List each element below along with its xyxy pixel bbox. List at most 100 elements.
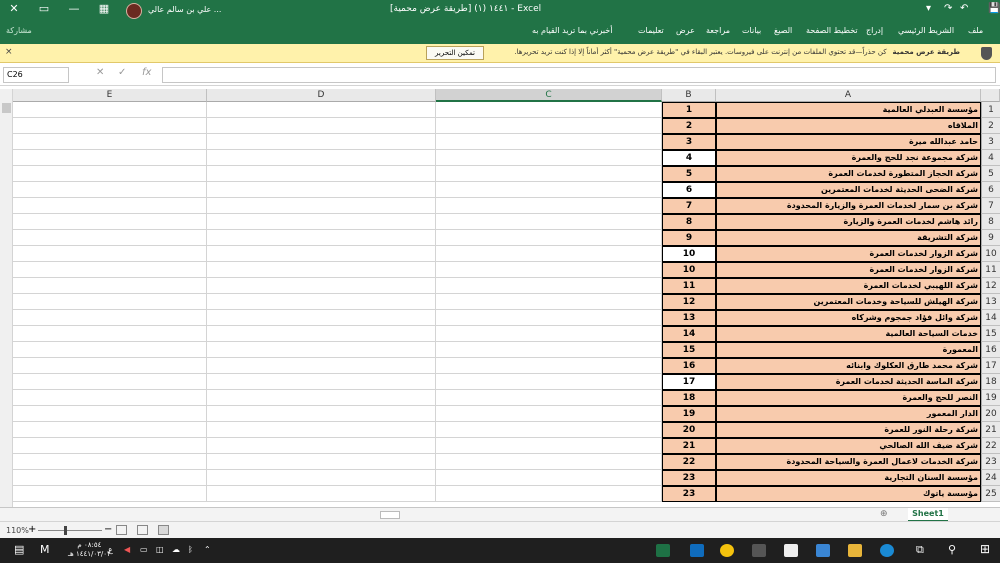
cell-b[interactable]: 20 xyxy=(662,422,716,438)
cell-a[interactable]: شركة ضيف الله الصالحي xyxy=(716,438,981,454)
row-header[interactable]: 23 xyxy=(981,454,1000,470)
page-layout-view-icon[interactable] xyxy=(137,525,148,535)
tab-view[interactable]: عرض xyxy=(676,26,695,35)
cell-e[interactable] xyxy=(13,374,207,390)
cell-d[interactable] xyxy=(207,454,436,470)
row-header[interactable]: 12 xyxy=(981,278,1000,294)
save-icon[interactable]: 💾 xyxy=(988,3,1000,14)
cell-a[interactable]: حامد عبدالله ميرة xyxy=(716,134,981,150)
cell-d[interactable] xyxy=(207,150,436,166)
cell-d[interactable] xyxy=(207,230,436,246)
bluetooth-icon[interactable]: ᛒ xyxy=(188,545,193,554)
column-header-d[interactable]: D xyxy=(207,89,436,102)
cell-b[interactable]: 8 xyxy=(662,214,716,230)
scroll-thumb[interactable] xyxy=(2,103,11,113)
cell-c[interactable] xyxy=(436,278,662,294)
cell-e[interactable] xyxy=(13,134,207,150)
row-header[interactable]: 7 xyxy=(981,198,1000,214)
customize-quick-access-icon[interactable]: ▾ xyxy=(926,3,931,14)
row-header[interactable]: 14 xyxy=(981,310,1000,326)
cell-d[interactable] xyxy=(207,262,436,278)
file-explorer-icon[interactable] xyxy=(848,544,862,557)
cell-d[interactable] xyxy=(207,182,436,198)
tab-insert[interactable]: إدراج xyxy=(866,26,883,35)
cell-d[interactable] xyxy=(207,294,436,310)
zoom-in-icon[interactable]: + xyxy=(28,524,36,535)
column-header-e[interactable]: E xyxy=(13,89,207,102)
mail-app-icon[interactable]: M xyxy=(40,543,50,556)
column-header-a[interactable]: A xyxy=(716,89,981,102)
zoom-level[interactable]: 110% xyxy=(6,526,29,535)
cell-c[interactable] xyxy=(436,358,662,374)
cell-b[interactable]: 18 xyxy=(662,390,716,406)
row-header[interactable]: 6 xyxy=(981,182,1000,198)
cell-c[interactable] xyxy=(436,470,662,486)
show-hidden-icons-icon[interactable]: ⌃ xyxy=(204,545,211,554)
user-name[interactable]: علي بن سالم عالي ... xyxy=(148,5,221,14)
cell-d[interactable] xyxy=(207,166,436,182)
cell-b[interactable]: 13 xyxy=(662,310,716,326)
cell-a[interactable]: شركة مجموعة نجد للحج والعمرة xyxy=(716,150,981,166)
row-header[interactable]: 3 xyxy=(981,134,1000,150)
antivirus-icon[interactable]: ◀ xyxy=(124,545,130,554)
zoom-slider-knob[interactable] xyxy=(64,526,67,535)
cell-a[interactable]: الدار المعمور xyxy=(716,406,981,422)
cell-a[interactable]: شركة الضحى الحديثة لخدمات المعتمرين xyxy=(716,182,981,198)
restore-window-button[interactable]: ▭ xyxy=(34,2,54,15)
horizontal-scrollbar[interactable] xyxy=(380,511,400,519)
cell-c[interactable] xyxy=(436,150,662,166)
cell-a[interactable]: شركة اللهيبي لخدمات العمرة xyxy=(716,278,981,294)
cell-b[interactable]: 10 xyxy=(662,262,716,278)
zoom-slider[interactable] xyxy=(38,530,102,531)
cell-c[interactable] xyxy=(436,214,662,230)
cell-d[interactable] xyxy=(207,198,436,214)
excel-app-icon[interactable] xyxy=(656,544,670,557)
name-box[interactable]: C26 xyxy=(3,67,69,83)
enter-icon[interactable]: ✓ xyxy=(118,67,126,78)
cell-a[interactable]: خدمات السياحة العالمية xyxy=(716,326,981,342)
row-header[interactable]: 24 xyxy=(981,470,1000,486)
cell-d[interactable] xyxy=(207,326,436,342)
row-header[interactable]: 25 xyxy=(981,486,1000,502)
cell-e[interactable] xyxy=(13,102,207,118)
cell-c[interactable] xyxy=(436,294,662,310)
tab-data[interactable]: بيانات xyxy=(742,26,761,35)
cell-a[interactable]: شركة وائل فؤاد جمجوم وشركاه xyxy=(716,310,981,326)
row-header[interactable]: 1 xyxy=(981,102,1000,118)
tab-home[interactable]: الشريط الرئيسي xyxy=(898,26,954,35)
start-icon[interactable]: ⊞ xyxy=(980,542,990,556)
cell-a[interactable]: شركة رحلة النور للعمرة xyxy=(716,422,981,438)
cell-e[interactable] xyxy=(13,294,207,310)
cell-a[interactable]: شركة الهيلش للسياحة وخدمات المعتمرين xyxy=(716,294,981,310)
cell-d[interactable] xyxy=(207,342,436,358)
cell-b[interactable]: 12 xyxy=(662,294,716,310)
cell-c[interactable] xyxy=(436,342,662,358)
cell-c[interactable] xyxy=(436,422,662,438)
row-header[interactable]: 16 xyxy=(981,342,1000,358)
input-language[interactable]: ع xyxy=(108,545,113,554)
cell-e[interactable] xyxy=(13,486,207,502)
cell-d[interactable] xyxy=(207,438,436,454)
row-header[interactable]: 5 xyxy=(981,166,1000,182)
cell-d[interactable] xyxy=(207,358,436,374)
column-header-b[interactable]: B xyxy=(662,89,716,102)
cell-c[interactable] xyxy=(436,118,662,134)
cell-b[interactable]: 9 xyxy=(662,230,716,246)
cell-e[interactable] xyxy=(13,182,207,198)
cell-b[interactable]: 3 xyxy=(662,134,716,150)
row-header[interactable]: 8 xyxy=(981,214,1000,230)
cell-c[interactable] xyxy=(436,454,662,470)
share-button[interactable]: مشاركة xyxy=(6,26,32,35)
insert-function-icon[interactable]: fx xyxy=(142,67,151,78)
cloud-icon[interactable]: ☁ xyxy=(172,545,180,554)
cell-a[interactable]: شركة الماسة الحديثة لخدمات العمرة xyxy=(716,374,981,390)
cell-d[interactable] xyxy=(207,102,436,118)
battery-icon[interactable]: ▭ xyxy=(140,545,148,554)
cell-b[interactable]: 6 xyxy=(662,182,716,198)
cell-c[interactable] xyxy=(436,246,662,262)
row-header[interactable]: 19 xyxy=(981,390,1000,406)
cell-b[interactable]: 14 xyxy=(662,326,716,342)
cell-e[interactable] xyxy=(13,326,207,342)
notifications-icon[interactable]: ▤ xyxy=(14,543,24,556)
select-all-corner[interactable] xyxy=(981,89,1000,102)
